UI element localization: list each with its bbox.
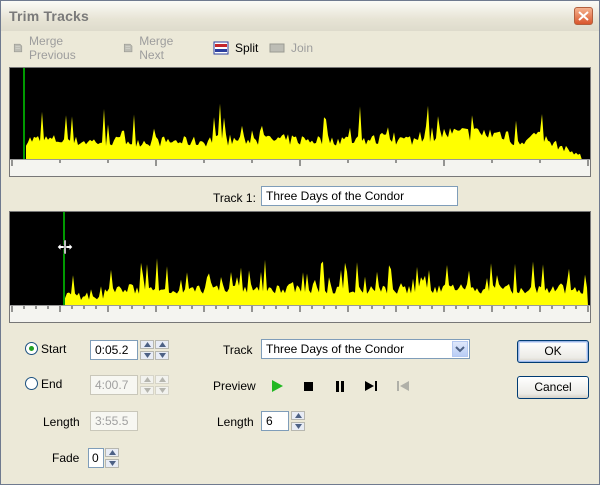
end-fine-up[interactable] — [155, 375, 169, 384]
split-label: Split — [235, 41, 259, 55]
start-radio-dot — [29, 346, 34, 351]
fade-spin-down[interactable] — [105, 459, 119, 468]
merge-previous-icon — [13, 43, 23, 53]
end-time-input[interactable]: 4:00.7 — [90, 375, 138, 395]
merge-next-icon — [123, 43, 133, 53]
track-select-label: Track — [223, 343, 253, 357]
stop-icon[interactable] — [301, 378, 317, 394]
close-icon — [578, 11, 589, 21]
resize-cursor-icon — [56, 240, 74, 254]
play-icon[interactable] — [269, 378, 285, 394]
waveform-shape — [65, 258, 588, 306]
title-bar: Trim Tracks — [1, 1, 599, 31]
merge-previous-label: Merge Previous — [29, 34, 76, 62]
end-radio[interactable] — [25, 377, 38, 390]
track-select[interactable]: Three Days of the Condor — [261, 339, 470, 359]
overview-ruler-ticks — [11, 160, 589, 166]
end-spinner[interactable] — [140, 375, 154, 395]
next-icon[interactable] — [363, 378, 379, 394]
fade-label: Fade — [52, 451, 80, 465]
fade-spin-up[interactable] — [105, 448, 119, 457]
track-length-spinner[interactable] — [291, 411, 305, 431]
track-number-label: Track 1: — [213, 191, 256, 205]
start-fine-up[interactable] — [155, 340, 169, 349]
merge-next-label: Merge Next — [139, 34, 174, 62]
fade-spinner[interactable] — [105, 448, 119, 468]
detail-waveform[interactable] — [9, 211, 591, 323]
join-label: Join — [291, 41, 314, 55]
merge-previous-button[interactable]: Merge Previous — [13, 34, 82, 62]
split-icon — [213, 41, 229, 55]
preview-label: Preview — [213, 379, 256, 393]
start-spinner[interactable] — [140, 340, 154, 360]
start-spin-down[interactable] — [140, 351, 154, 360]
track-name-input[interactable]: Three Days of the Condor — [261, 186, 458, 206]
detail-ruler-ticks — [11, 306, 589, 312]
window-title: Trim Tracks — [9, 8, 90, 24]
end-spin-down[interactable] — [140, 386, 154, 395]
end-fine-down[interactable] — [155, 386, 169, 395]
chevron-down-icon[interactable] — [452, 341, 468, 357]
start-time-input[interactable]: 0:05.2 — [90, 340, 138, 360]
start-radio[interactable] — [25, 342, 38, 355]
join-icon — [269, 43, 285, 53]
track-length-up[interactable] — [291, 411, 305, 420]
previous-icon[interactable] — [395, 378, 411, 394]
start-fine-down[interactable] — [155, 351, 169, 360]
track-length-down[interactable] — [291, 422, 305, 431]
ok-button[interactable]: OK — [517, 340, 589, 363]
length-label: Length — [43, 415, 80, 429]
track-length-label: Length — [217, 415, 254, 429]
end-label: End — [41, 377, 63, 391]
close-button[interactable] — [574, 7, 593, 25]
end-fine-spinner[interactable] — [155, 375, 169, 395]
waveform-shape — [26, 103, 582, 160]
join-button[interactable]: Join — [269, 39, 313, 57]
detail-ruler — [10, 305, 590, 322]
trim-tracks-dialog: Trim Tracks Merge Previous Merge Next Sp… — [0, 0, 600, 485]
length-time-input[interactable]: 3:55.5 — [90, 411, 138, 431]
cancel-button[interactable]: Cancel — [517, 376, 589, 399]
split-button[interactable]: Split — [213, 39, 258, 57]
start-spin-up[interactable] — [140, 340, 154, 349]
overview-ruler — [10, 159, 590, 176]
pause-icon[interactable] — [332, 378, 348, 394]
overview-waveform[interactable] — [9, 67, 591, 177]
end-spin-up[interactable] — [140, 375, 154, 384]
track-length-input[interactable]: 6 — [261, 411, 289, 431]
fade-input[interactable]: 0 — [88, 448, 104, 468]
start-label: Start — [41, 342, 67, 356]
merge-next-button[interactable]: Merge Next — [123, 34, 179, 62]
start-fine-spinner[interactable] — [155, 340, 169, 360]
track-select-value: Three Days of the Condor — [266, 342, 405, 356]
